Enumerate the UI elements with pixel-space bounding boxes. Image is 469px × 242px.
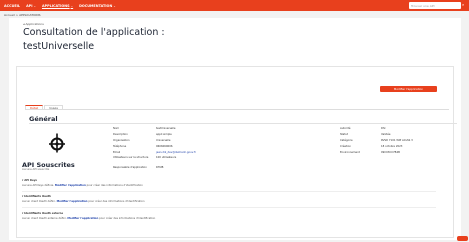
general-values-left: testUniverselle appli simple Universelle… xyxy=(156,126,196,171)
modify-application-button[interactable]: Modifier l'application xyxy=(380,86,437,92)
search-input[interactable]: Trouver une API xyxy=(409,2,461,9)
oauth-external-block: ▾ Identifiants Oauth externe Aucun clien… xyxy=(22,212,155,220)
field-value-owner: RHUB xyxy=(156,166,164,169)
field-value-environment: 09C03CC7B4B xyxy=(381,151,400,154)
general-labels-right: Autorité Statut Catégorie Création Envir… xyxy=(340,126,360,156)
field-label: Environnement xyxy=(340,151,360,154)
modify-application-link[interactable]: Modifier l'application xyxy=(55,184,86,187)
nav-item-api[interactable]: API⌄ xyxy=(26,4,36,8)
oauth-toggle[interactable]: ▾ Identifiants Oauth xyxy=(22,195,145,198)
api-subtitle: Aucune API souscrite xyxy=(22,168,50,171)
oauth-external-description: Aucun client Oauth externe défini. Modif… xyxy=(22,216,156,220)
nav-item-applications[interactable]: APPLICATIONS⌄ xyxy=(42,4,73,8)
api-keys-description: Aucune API Keys définie. Modifier l'appl… xyxy=(22,183,143,187)
general-labels-left: Nom Description Organisation Téléphone E… xyxy=(113,126,153,171)
field-value-users: 100 utilisateurs xyxy=(156,156,177,159)
application-name: testUniverselle xyxy=(23,41,95,52)
modify-application-link[interactable]: Modifier l'application xyxy=(67,217,98,220)
page-title: Consultation de l'application : xyxy=(23,27,165,38)
chevron-down-icon: ⌄ xyxy=(33,3,36,8)
divider xyxy=(29,123,457,124)
oauth-external-toggle[interactable]: ▾ Identifiants Oauth externe xyxy=(22,212,155,215)
top-nav-bar: ACCUEIL API⌄ APPLICATIONS⌄ DOCUMENTATION… xyxy=(0,0,469,11)
nav-item-documentation[interactable]: DOCUMENTATION⌄ xyxy=(79,4,116,8)
field-label: Utilisateurs sur la structure xyxy=(113,156,149,159)
api-keys-block: ▾ API Keys Aucune API Keys définie. Modi… xyxy=(22,179,143,187)
modify-application-link[interactable]: Modifier l'application xyxy=(57,200,88,203)
section-heading-general: Général xyxy=(29,115,58,123)
back-link-applications[interactable]: ◂ Applications xyxy=(23,22,44,26)
search-icon[interactable]: ⌕ xyxy=(462,2,466,7)
scroll-to-top-button[interactable] xyxy=(457,236,468,241)
tab-divider xyxy=(25,109,449,110)
api-keys-toggle[interactable]: ▾ API Keys xyxy=(22,179,143,182)
chevron-down-icon: ⌄ xyxy=(70,3,74,8)
oauth-block: ▾ Identifiants Oauth Aucun client Oauth … xyxy=(22,195,145,203)
field-label: Responsable d'application xyxy=(113,166,147,169)
application-logo-icon xyxy=(49,133,65,153)
oauth-description: Aucun client Oauth défini. Modifier l'ap… xyxy=(22,199,145,203)
nav-item-accueil[interactable]: ACCUEIL xyxy=(4,4,20,8)
breadcrumb: Accueil > APPLICATIONS xyxy=(4,13,41,17)
chevron-down-icon: ⌄ xyxy=(113,3,116,8)
general-values-right: DSI Validée RVSD 7101 WIP ACLSS 3 18 oct… xyxy=(381,126,413,156)
